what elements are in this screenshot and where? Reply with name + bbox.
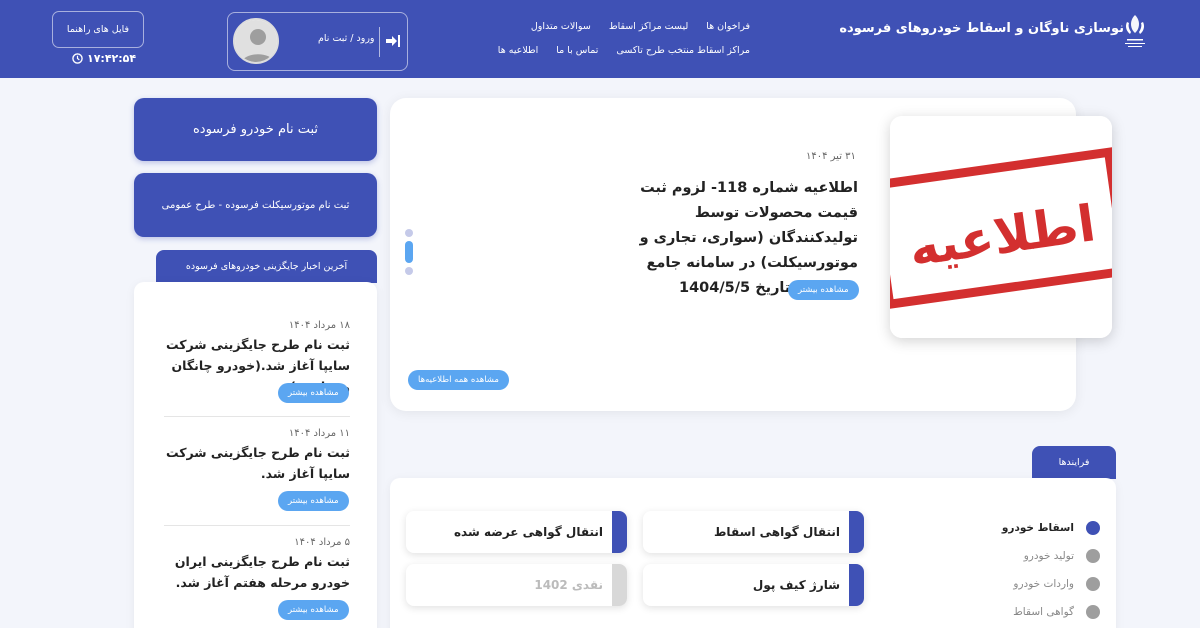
nav-scrap-centers-list[interactable]: لیست مراکز اسقاط <box>609 21 688 32</box>
process-label: تولید خودرو <box>1023 550 1074 562</box>
news-title[interactable]: ثبت نام طرح جایگزینی شرکت سایپا آغاز شد. <box>164 442 350 484</box>
cash-1402-card: نقدی 1402 <box>406 564 627 606</box>
process-label: واردات خودرو <box>1013 578 1074 590</box>
nav-contact-us[interactable]: تماس با ما <box>556 45 598 56</box>
sign-in-icon[interactable] <box>385 33 401 49</box>
news-more-button[interactable]: مشاهده بیشتر <box>278 383 349 403</box>
site-header: نوسازی ناوگان و اسقاط خودروهای فرسوده فر… <box>0 0 1200 78</box>
all-announcements-button[interactable]: مشاهده همه اطلاعیه‌ها <box>408 370 509 390</box>
clock-icon <box>72 53 83 64</box>
slider-dot-active[interactable] <box>405 241 413 263</box>
slider-dots <box>404 229 414 279</box>
process-item-car-production[interactable]: تولید خودرو <box>1002 542 1100 570</box>
nav-taxi-scrap-centers[interactable]: مراکز اسقاط منتخب طرح تاکسی <box>616 45 750 56</box>
news-more-button[interactable]: مشاهده بیشتر <box>278 600 349 620</box>
nav-faq[interactable]: سوالات متداول <box>531 21 591 32</box>
process-label: گواهی اسقاط <box>1013 606 1074 618</box>
news-divider <box>164 416 350 417</box>
transfer-offered-certificate-card[interactable]: انتقال گواهی عرضه شده <box>406 511 627 553</box>
site-title[interactable]: نوسازی ناوگان و اسقاط خودروهای فرسوده <box>839 21 1124 36</box>
processes-panel: اسقاط خودرو تولید خودرو واردات خودرو گوا… <box>390 478 1116 628</box>
news-item: ۵ مرداد ۱۴۰۴ ثبت نام طرح جایگزینی ایران … <box>164 537 350 593</box>
login-divider <box>379 27 380 57</box>
process-list: اسقاط خودرو تولید خودرو واردات خودرو گوا… <box>1002 514 1100 626</box>
radio-bullet <box>1086 577 1100 591</box>
news-heading: آخرین اخبار جایگزینی خودروهای فرسوده <box>156 250 377 283</box>
news-title[interactable]: ثبت نام طرح جایگزینی ایران خودرو مرحله ه… <box>164 551 350 593</box>
radio-bullet <box>1086 521 1100 535</box>
announcement-stamp: اطلاعیه <box>890 116 1112 338</box>
news-divider <box>164 525 350 526</box>
announcement-date: ۳۱ تیر ۱۴۰۴ <box>806 151 856 162</box>
user-icon <box>235 20 277 62</box>
process-item-scrap-car[interactable]: اسقاط خودرو <box>1002 514 1100 542</box>
process-item-scrap-certificate[interactable]: گواهی اسقاط <box>1002 598 1100 626</box>
clock: ۱۷:۴۲:۵۴ <box>72 52 136 65</box>
login-box[interactable]: ورود / ثبت نام <box>227 12 408 71</box>
announcement-slider: اطلاعیه ۳۱ تیر ۱۴۰۴ اطلاعیه شماره 118- ل… <box>390 98 1112 411</box>
process-label: اسقاط خودرو <box>1001 522 1074 534</box>
transfer-scrap-certificate-card[interactable]: انتقال گواهی اسقاط <box>643 511 864 553</box>
nav-announcements[interactable]: اطلاعیه ها <box>498 45 538 56</box>
radio-bullet <box>1086 605 1100 619</box>
radio-bullet <box>1086 549 1100 563</box>
guide-files-button[interactable]: فایل های راهنما <box>52 11 144 48</box>
wallet-charge-card[interactable]: شارژ کیف پول <box>643 564 864 606</box>
processes-heading: فرایندها <box>1032 446 1116 479</box>
register-motorcycle-button[interactable]: ثبت نام موتورسیکلت فرسوده - طرح عمومی <box>134 173 377 237</box>
news-panel: ۱۸ مرداد ۱۴۰۴ ثبت نام طرح جایگزینی شرکت … <box>134 282 377 628</box>
news-date: ۱۱ مرداد ۱۴۰۴ <box>288 428 350 439</box>
announcement-image[interactable]: اطلاعیه <box>890 116 1112 338</box>
slider-dot[interactable] <box>405 229 413 237</box>
announcement-more-button[interactable]: مشاهده بیشتر <box>788 280 859 300</box>
nav-calls[interactable]: فراخوان ها <box>706 21 750 32</box>
news-item: ۱۱ مرداد ۱۴۰۴ ثبت نام طرح جایگزینی شرکت … <box>164 428 350 484</box>
iran-emblem-logo[interactable] <box>1122 12 1148 52</box>
process-item-car-import[interactable]: واردات خودرو <box>1002 570 1100 598</box>
news-date: ۱۸ مرداد ۱۴۰۴ <box>288 320 350 331</box>
login-register-link[interactable]: ورود / ثبت نام <box>318 33 375 44</box>
main-nav: فراخوان ها لیست مراکز اسقاط سوالات متداو… <box>498 14 750 62</box>
register-car-button[interactable]: ثبت نام خودرو فرسوده <box>134 98 377 161</box>
news-more-button[interactable]: مشاهده بیشتر <box>278 491 349 511</box>
avatar[interactable] <box>233 18 279 64</box>
slider-dot[interactable] <box>405 267 413 275</box>
news-date: ۵ مرداد ۱۴۰۴ <box>294 537 350 548</box>
clock-time: ۱۷:۴۲:۵۴ <box>87 52 137 65</box>
